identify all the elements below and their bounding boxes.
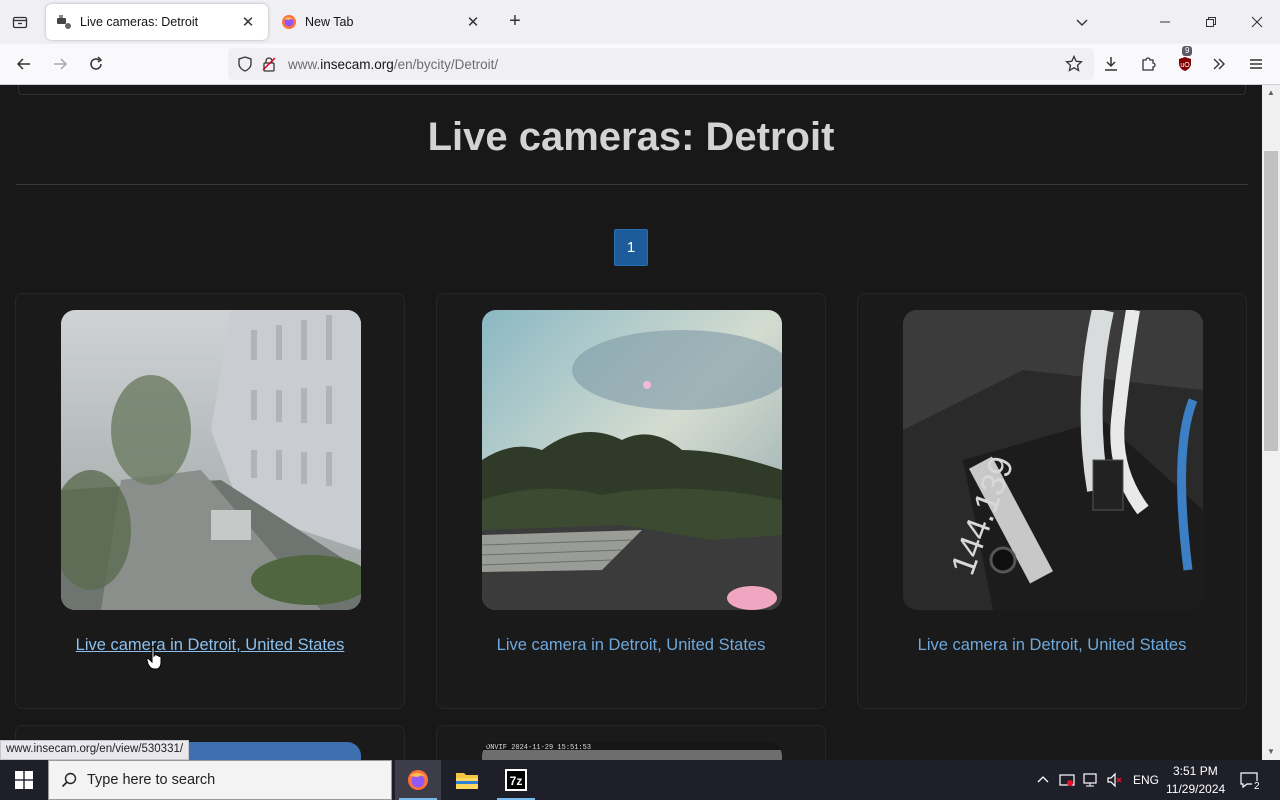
taskbar-7zip[interactable]: 7z [493,760,539,800]
page-scrollbar[interactable]: ▲ ▼ [1262,85,1280,760]
windows-taskbar: Type here to search 7z ENG 3:51 PM 11/29… [0,760,1280,800]
new-tab-button[interactable]: + [503,10,527,34]
tab-list-button[interactable] [6,8,34,36]
extensions-button[interactable] [1134,50,1162,78]
taskbar-firefox[interactable] [395,760,441,800]
page-title: Live cameras: Detroit [427,115,835,159]
navigation-toolbar: www.insecam.org/en/bycity/Detroit/ uO 9 [0,44,1280,85]
camera-overlay-timestamp: ONVIF 2024-11-29 15:51:53 [486,744,591,752]
chevron-down-icon [1076,19,1088,26]
puzzle-icon [1142,57,1156,71]
camera-thumbnail[interactable]: ONVIF 2024-11-29 15:51:53 [482,742,782,760]
camera-thumbnail[interactable] [61,310,361,610]
firefox-icon [408,770,428,790]
minimize-icon [1160,21,1170,23]
svg-text:uO: uO [1180,62,1190,69]
downloads-button[interactable] [1097,50,1125,78]
show-hidden-icons-chevron-up-icon[interactable] [1034,771,1052,789]
search-icon [61,772,77,788]
header-divider [18,85,1246,95]
arrow-left-icon [16,58,30,70]
taskbar-search-box[interactable]: Type here to search [48,760,392,800]
7zip-icon: 7z [505,769,527,791]
security-tray-icon[interactable] [1058,771,1076,789]
title-divider [16,184,1248,185]
tracking-protection-shield-icon[interactable] [236,55,254,73]
url-path: /en/bycity/Detroit/ [393,56,499,72]
close-icon [1251,16,1263,28]
windows-logo-icon [15,771,33,789]
minimize-button[interactable] [1151,8,1179,36]
download-icon [1105,57,1117,71]
url-host: insecam.org [320,56,394,72]
camera-link[interactable]: Live camera in Detroit, United States [437,636,825,655]
close-tab-icon[interactable]: ✕ [463,12,483,32]
network-icon[interactable] [1082,771,1100,789]
7zip-label: 7z [510,774,523,788]
more-tools-button[interactable] [1205,50,1233,78]
camera-favicon-icon [56,14,72,30]
reload-button[interactable] [82,50,110,78]
close-tab-icon[interactable]: ✕ [238,12,258,32]
link-status-tooltip: www.insecam.org/en/view/530331/ [0,740,190,760]
ublock-shield-icon: uO [1179,57,1191,71]
forward-button[interactable] [46,50,74,78]
camera-card: Live camera in Detroit, United States [15,293,405,709]
reload-icon [90,56,103,70]
notification-count: 2 [1252,781,1262,792]
arrow-right-icon [54,58,68,70]
search-placeholder: Type here to search [87,772,216,788]
language-indicator[interactable]: ENG [1133,773,1159,787]
camera-card: ONVIF 2024-11-29 15:51:53 [436,725,826,760]
tab-new-tab[interactable]: New Tab ✕ [271,4,493,40]
tab-list-icon [12,16,28,29]
tab-title: New Tab [305,15,354,29]
scroll-down-arrow-icon[interactable]: ▼ [1262,744,1280,760]
insecure-lock-icon[interactable] [260,55,278,73]
app-menu-button[interactable] [1242,50,1270,78]
close-window-button[interactable] [1243,8,1271,36]
tab-bar: Live cameras: Detroit ✕ New Tab ✕ + [0,0,1280,44]
address-bar[interactable]: www.insecam.org/en/bycity/Detroit/ [228,48,1094,80]
bookmark-star-icon[interactable] [1064,54,1084,74]
pagination-page-1[interactable]: 1 [614,229,648,266]
scrollbar-thumb[interactable] [1264,151,1278,451]
clock-date[interactable]: 11/29/2024 [1166,782,1225,796]
url-prefix: www. [288,56,321,72]
camera-card: Live camera in Detroit, United States [436,293,826,709]
extension-badge: 9 [1182,46,1193,56]
camera-thumbnail[interactable] [482,310,782,610]
camera-link[interactable]: Live camera in Detroit, United States [858,636,1246,655]
volume-muted-icon[interactable] [1106,771,1124,789]
camera-thumbnail[interactable]: 144.139 [903,310,1203,610]
tab-title: Live cameras: Detroit [80,15,199,29]
camera-card: 144.139 Live camera in Detroit, United S… [857,293,1247,709]
tab-live-cameras-detroit[interactable]: Live cameras: Detroit ✕ [46,4,268,40]
clock-time[interactable]: 3:51 PM [1173,764,1218,778]
back-button[interactable] [10,50,38,78]
scroll-up-arrow-icon[interactable]: ▲ [1262,85,1280,101]
hamburger-menu-icon [1250,59,1262,69]
chevron-double-right-icon [1213,58,1225,70]
restore-button[interactable] [1197,8,1225,36]
url-text[interactable]: www.insecam.org/en/bycity/Detroit/ [288,57,498,72]
firefox-favicon-icon [281,14,297,30]
list-all-tabs-button[interactable] [1068,8,1096,36]
start-button[interactable] [0,760,48,800]
folder-icon [456,773,478,789]
camera-link[interactable]: Live camera in Detroit, United States [16,636,404,655]
taskbar-file-explorer[interactable] [444,760,490,800]
ublock-extension-button[interactable]: uO 9 [1171,46,1199,78]
mouse-cursor-hand-icon [146,645,164,675]
page-content: Live cameras: Detroit 1 Live camera in D… [0,85,1262,760]
restore-icon [1206,17,1216,27]
